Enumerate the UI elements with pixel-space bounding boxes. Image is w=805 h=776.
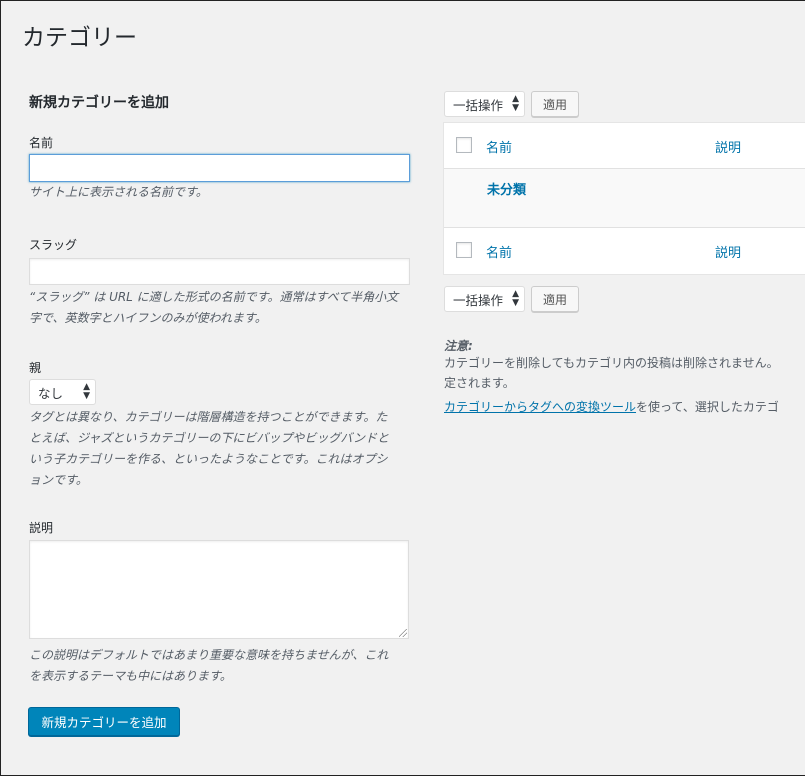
apply-button-top[interactable]: 適用	[531, 91, 579, 117]
select-arrows-icon: ▲ ▼	[83, 382, 90, 401]
note-line-with-link: カテゴリーからタグへの変換ツールを使って、選択したカテゴ	[444, 397, 805, 417]
select-arrows-icon: ▲ ▼	[512, 94, 519, 113]
table-row: 未分類	[444, 169, 805, 228]
parent-select[interactable]: なし ▲ ▼	[29, 379, 96, 405]
column-description-footer[interactable]: 説明	[715, 242, 741, 261]
table-footer-row: 名前 説明	[444, 228, 805, 275]
column-name-header[interactable]: 名前	[486, 137, 512, 156]
note-line: カテゴリーを削除してもカテゴリ内の投稿は削除されません。	[444, 356, 779, 370]
parent-description: タグとは異なり、カテゴリーは階層構造を持つことができます。た とえば、ジャズとい…	[29, 407, 421, 491]
column-description-header[interactable]: 説明	[715, 137, 741, 156]
note-title: 注意:	[444, 339, 473, 353]
parent-description-line: とえば、ジャズというカテゴリーの下にビバップやビッグバンドと	[29, 431, 390, 445]
slug-input[interactable]	[29, 258, 410, 285]
name-input[interactable]	[29, 154, 410, 182]
name-label: 名前	[29, 136, 54, 150]
parent-select-value: なし	[38, 385, 64, 401]
add-category-button[interactable]: 新規カテゴリーを追加	[28, 707, 180, 736]
parent-label: 親	[29, 361, 42, 375]
column-name-footer[interactable]: 名前	[486, 242, 512, 261]
select-all-checkbox[interactable]	[456, 137, 472, 153]
slug-label: スラッグ	[29, 238, 78, 252]
select-all-checkbox-footer[interactable]	[456, 242, 472, 258]
parent-description-line: タグとは異なり、カテゴリーは階層構造を持つことができます。た	[29, 410, 388, 424]
description-help: この説明はデフォルトではあまり重要な意味を持ちませんが、これ を表示するテーマも…	[29, 645, 421, 687]
description-help-line: この説明はデフォルトではあまり重要な意味を持ちませんが、これ	[29, 648, 389, 662]
table-header-row: 名前 説明	[444, 123, 805, 169]
form-heading: 新規カテゴリーを追加	[29, 95, 169, 111]
parent-description-line: ョンです。	[29, 473, 88, 487]
category-table: 名前 説明 未分類 名前 説明	[443, 122, 805, 275]
bulk-action-select-bottom[interactable]: 一括操作 ▲ ▼	[444, 286, 525, 312]
name-description: サイト上に表示される名前です。	[29, 185, 208, 199]
apply-button-bottom[interactable]: 適用	[531, 286, 579, 312]
slug-description-line: 字で、英数字とハイフンのみが使われます。	[29, 311, 267, 325]
bulk-action-select-top[interactable]: 一括操作 ▲ ▼	[444, 91, 525, 117]
description-help-line: を表示するテーマも中にはあります。	[29, 669, 232, 683]
parent-description-line: いう子カテゴリーを作る、といったようなことです。これはオプシ	[29, 452, 388, 466]
slug-description-line: “スラッグ” は URL に適した形式の名前です。通常はすべて半角小文	[29, 290, 399, 304]
note-line-rest: を使って、選択したカテゴ	[636, 400, 779, 414]
description-label: 説明	[29, 521, 54, 535]
description-textarea[interactable]	[29, 540, 409, 639]
category-name-link[interactable]: 未分類	[487, 179, 526, 198]
page-title: カテゴリー	[22, 25, 137, 51]
slug-description: “スラッグ” は URL に適した形式の名前です。通常はすべて半角小文 字で、英…	[29, 287, 421, 329]
resize-grip-icon[interactable]	[399, 629, 407, 637]
select-arrows-icon: ▲ ▼	[512, 289, 519, 308]
note-line: 定されます。	[444, 376, 515, 390]
bulk-action-value: 一括操作	[453, 97, 504, 113]
bulk-action-value: 一括操作	[453, 292, 504, 308]
category-tag-converter-link[interactable]: カテゴリーからタグへの変換ツール	[444, 400, 636, 414]
